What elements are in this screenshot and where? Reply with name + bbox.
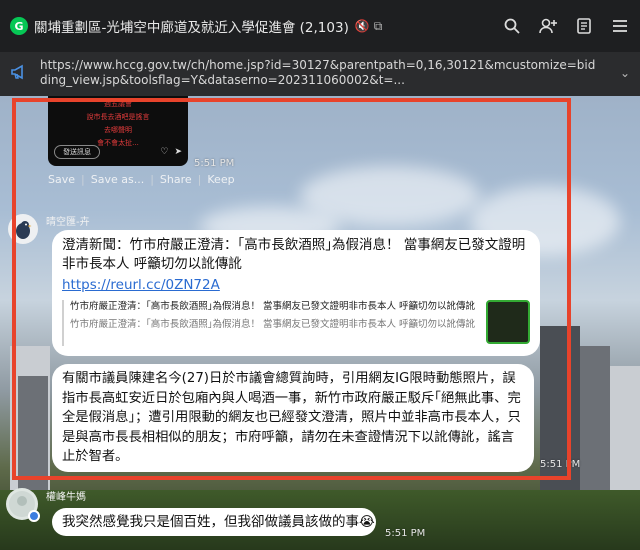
sender-name: 晴空匯-卉 bbox=[46, 217, 90, 228]
message-text: 我突然感覺我只是個百姓，但我卻做議員該做的事😭 bbox=[62, 514, 375, 530]
chat-header: G 關埔重劃區-光埔空中廊道及就近入學促進會 (2,103) 🔇 ⧉ bbox=[0, 0, 640, 52]
message-text: 有關市議員陳建名今(27)日於市議會總質詢時，引用網友IG限時動態照片，誤指市長… bbox=[62, 371, 521, 464]
send-icon: ➤ bbox=[174, 147, 182, 157]
share-button[interactable]: Share bbox=[160, 173, 192, 186]
menu-icon[interactable] bbox=[610, 16, 630, 36]
timestamp: 5:51 PM bbox=[385, 528, 426, 539]
add-user-icon[interactable] bbox=[538, 16, 558, 36]
announcement-bar[interactable]: https://www.hccg.gov.tw/ch/home.jsp?id=3… bbox=[0, 52, 640, 96]
save-button[interactable]: Save bbox=[48, 173, 75, 186]
bell-slash-icon[interactable]: 🔇 bbox=[355, 19, 370, 33]
story-overlay-line-1: 週五議會 bbox=[104, 100, 132, 108]
sender-name: 權峰牛媽 bbox=[46, 492, 86, 503]
timestamp: 5:51 PM bbox=[540, 459, 581, 470]
chat-title[interactable]: 關埔重劃區-光埔空中廊道及就近入學促進會 (2,103) bbox=[34, 16, 349, 36]
megaphone-icon bbox=[10, 64, 32, 84]
message-bubble[interactable]: 澄清新聞：竹市府嚴正澄清：｢高市長飲酒照｣為假消息！ 當事網友已發文證明非市長本… bbox=[52, 230, 540, 356]
heart-icon: ♡ bbox=[160, 147, 169, 157]
popout-icon[interactable]: ⧉ bbox=[374, 19, 383, 34]
story-overlay-line-2: 說市長去酒吧是謠言 bbox=[86, 113, 150, 121]
link-preview[interactable]: 竹市府嚴正澄清：｢高市長飲酒照｣為假消息！ 當事網友已發文證明非市長本人 呼籲切… bbox=[62, 300, 530, 346]
chevron-down-icon[interactable]: ⌄ bbox=[620, 66, 630, 80]
preview-title: 竹市府嚴正澄清：｢高市長飲酒照｣為假消息！ 當事網友已發文證明非市長本人 呼籲切… bbox=[70, 301, 475, 312]
preview-thumbnail bbox=[486, 300, 530, 344]
message-link[interactable]: https://reurl.cc/0ZN72A bbox=[62, 276, 220, 295]
story-overlay-line-3: 去哪聲明 bbox=[104, 126, 132, 134]
announcement-url[interactable]: https://www.hccg.gov.tw/ch/home.jsp?id=3… bbox=[40, 58, 600, 88]
crown-badge-icon bbox=[28, 510, 40, 522]
message-text: 澄清新聞：竹市府嚴正澄清：｢高市長飲酒照｣為假消息！ 當事網友已發文證明非市長本… bbox=[62, 237, 526, 272]
save-as-button[interactable]: Save as... bbox=[91, 173, 144, 186]
group-badge-icon: G bbox=[10, 17, 28, 35]
avatar[interactable] bbox=[8, 214, 38, 244]
media-actions: Save | Save as... | Share | Keep bbox=[48, 173, 235, 186]
notes-icon[interactable] bbox=[574, 16, 594, 36]
keep-button[interactable]: Keep bbox=[207, 173, 234, 186]
preview-description: 竹市府嚴正澄清：｢高市長飲酒照｣為假消息！ 當事網友已發文證明非市長本人 呼籲切… bbox=[70, 319, 475, 330]
send-message-button: 發送訊息 bbox=[54, 145, 100, 159]
search-icon[interactable] bbox=[502, 16, 522, 36]
message-bubble[interactable]: 我突然感覺我只是個百姓，但我卻做議員該做的事😭 bbox=[52, 508, 376, 536]
timestamp: 5:51 PM bbox=[194, 158, 235, 169]
story-image[interactable]: 週五議會 說市長去酒吧是謠言 去哪聲明 會不會太扯... 發送訊息 ♡ ➤ bbox=[48, 96, 188, 166]
message-bubble[interactable]: 有關市議員陳建名今(27)日於市議會總質詢時，引用網友IG限時動態照片，誤指市長… bbox=[52, 364, 534, 472]
